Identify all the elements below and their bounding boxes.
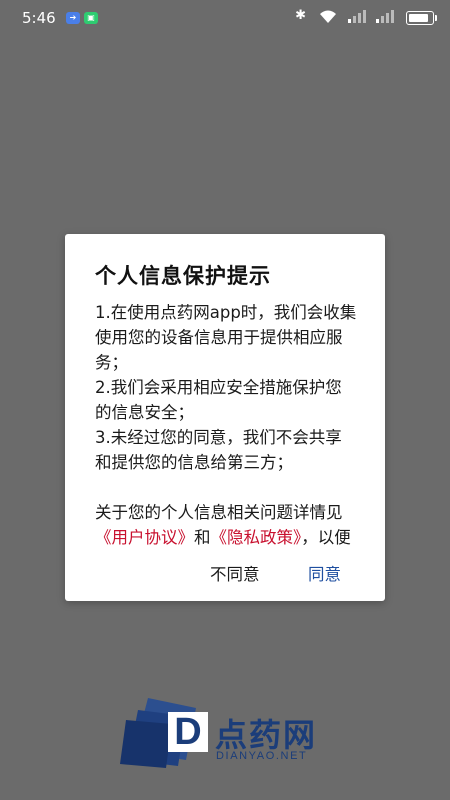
notification-arrow-icon: ➔: [66, 12, 80, 24]
dialog-item: 3.未经过您的同意，我们不会共享和提供您的信息给第三方；: [95, 428, 342, 472]
privacy-policy-link[interactable]: 《隐私政策》: [211, 528, 302, 547]
dialog-details: 关于您的个人信息相关问题详情见《用户协议》和《隐私政策》，以便了解我们收集、使用: [95, 500, 357, 552]
status-bar: 5:46 ➔ ▣ ✱: [0, 0, 450, 36]
notification-app-icon: ▣: [84, 12, 98, 24]
logo-letter: D: [168, 712, 208, 752]
dialog-body[interactable]: 1.在使用点药网app时，我们会收集使用您的设备信息用于提供相应服务； 2.我们…: [95, 300, 357, 552]
bluetooth-icon: ✱: [295, 8, 306, 23]
status-time: 5:46: [22, 9, 56, 27]
signal-icon: [346, 8, 368, 24]
signal-icon: [374, 8, 396, 24]
user-agreement-link[interactable]: 《用户协议》: [95, 528, 194, 547]
details-and: 和: [194, 528, 211, 547]
dialog-item: 1.在使用点药网app时，我们会收集使用您的设备信息用于提供相应服务；: [95, 303, 357, 372]
agree-button[interactable]: 同意: [308, 561, 341, 585]
brand-name-en: DIANYAO.NET: [216, 750, 308, 762]
wifi-icon: [318, 8, 338, 28]
battery-icon: [406, 11, 437, 25]
details-prefix: 关于您的个人信息相关问题详情见: [95, 503, 343, 522]
disagree-button[interactable]: 不同意: [210, 561, 260, 585]
dialog-item: 2.我们会采用相应安全措施保护您的信息安全；: [95, 378, 342, 422]
brand-logo: D 点药网 DIANYAO.NET: [120, 690, 350, 770]
dialog-title: 个人信息保护提示: [95, 264, 271, 288]
privacy-dialog: 个人信息保护提示 1.在使用点药网app时，我们会收集使用您的设备信息用于提供相…: [65, 234, 385, 601]
